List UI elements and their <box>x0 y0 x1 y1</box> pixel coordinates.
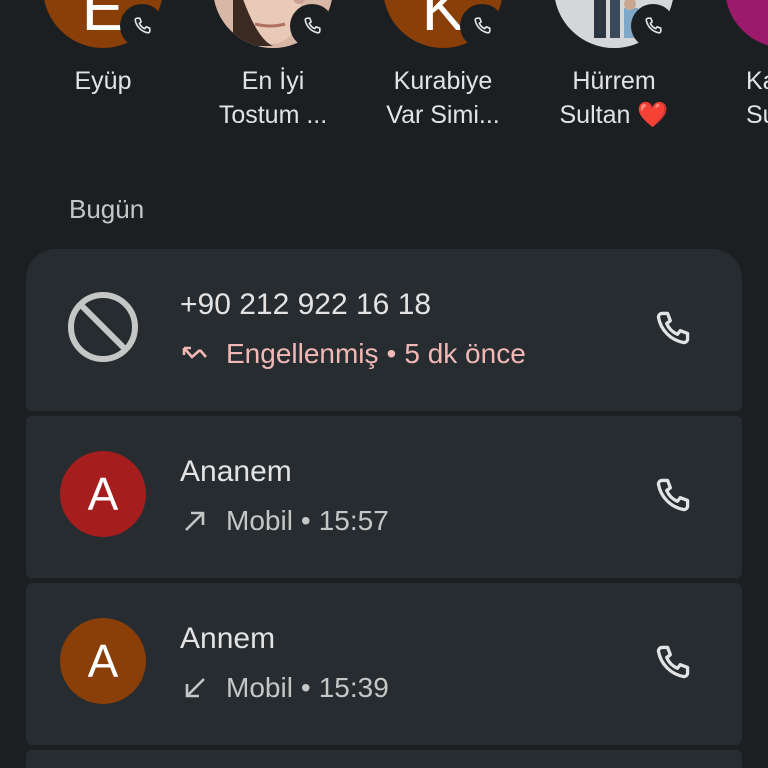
call-details: Mobil • 15:39 <box>180 669 389 707</box>
call-missed-icon <box>182 346 207 359</box>
favorite-name: Kurabiye Var Simi... <box>386 67 500 129</box>
phone-icon <box>631 4 675 48</box>
phone-icon <box>460 4 504 48</box>
avatar: A <box>60 451 146 537</box>
call-log-row-blocked[interactable]: +90 212 922 16 18 Engellenmiş • 5 dk önc… <box>26 249 742 411</box>
section-header-today: Bugün <box>69 194 145 224</box>
phone-app-screen: E Eyüp En İyi Tostum ... K Kurabiye Var … <box>0 0 768 768</box>
call-history-list: +90 212 922 16 18 Engellenmiş • 5 dk önc… <box>26 249 742 768</box>
separator-dot: • <box>300 505 311 536</box>
caller-number: +90 212 922 16 18 <box>180 288 432 321</box>
call-back-button[interactable] <box>642 466 702 526</box>
call-back-button[interactable] <box>642 633 702 693</box>
call-details: Engellenmiş • 5 dk önce <box>180 335 526 373</box>
favorite-name: En İyi Tostum ... <box>218 67 328 129</box>
favorite-contact-eyup[interactable]: E Eyüp <box>18 0 188 150</box>
separator-dot: • <box>386 338 397 369</box>
call-details: Mobil • 15:57 <box>180 502 389 540</box>
favorite-name: Eyüp <box>74 67 132 95</box>
favorites-row: E Eyüp En İyi Tostum ... K Kurabiye Var … <box>0 0 768 150</box>
avatar <box>725 0 768 48</box>
favorite-contact-kurabiye[interactable]: K Kurabiye Var Simi... <box>358 0 528 150</box>
call-received-icon <box>185 678 205 698</box>
call-log-row-annem[interactable]: A Annem Mobil • 15:39 <box>26 583 742 745</box>
separator-dot: • <box>300 672 311 703</box>
favorite-name: Ka Sult <box>746 67 768 129</box>
call-made-icon <box>185 511 205 531</box>
call-log-row-ananem[interactable]: A Ananem Mobil • 15:57 <box>26 416 742 578</box>
call-status-label: Engellenmiş <box>226 338 379 369</box>
phone-icon <box>290 4 334 48</box>
call-time: 5 dk önce <box>404 338 526 369</box>
avatar: A <box>60 618 146 704</box>
favorite-contact-en-iyi-tostum[interactable]: En İyi Tostum ... <box>188 0 358 150</box>
call-time: 15:57 <box>318 505 389 536</box>
contact-name: Annem <box>180 622 276 655</box>
call-time: 15:39 <box>318 672 389 703</box>
phone-icon <box>656 645 690 679</box>
heart-emoji-icon: ❤️ <box>637 101 669 129</box>
block-icon <box>68 292 138 362</box>
favorite-contact-partial[interactable]: Ka Sult <box>700 0 768 150</box>
call-log-row-partial[interactable] <box>26 750 742 768</box>
phone-icon <box>120 4 164 48</box>
call-type-label: Mobil <box>226 672 293 703</box>
favorite-contact-hurrem-sultan[interactable]: Hürrem Sultan ❤️ <box>529 0 699 150</box>
call-type-label: Mobil <box>226 505 293 536</box>
phone-icon <box>656 311 690 345</box>
contact-name: Ananem <box>180 455 292 488</box>
phone-icon <box>656 478 690 512</box>
favorite-name: Hürrem Sultan ❤️ <box>529 64 699 132</box>
call-back-button[interactable] <box>642 299 702 359</box>
